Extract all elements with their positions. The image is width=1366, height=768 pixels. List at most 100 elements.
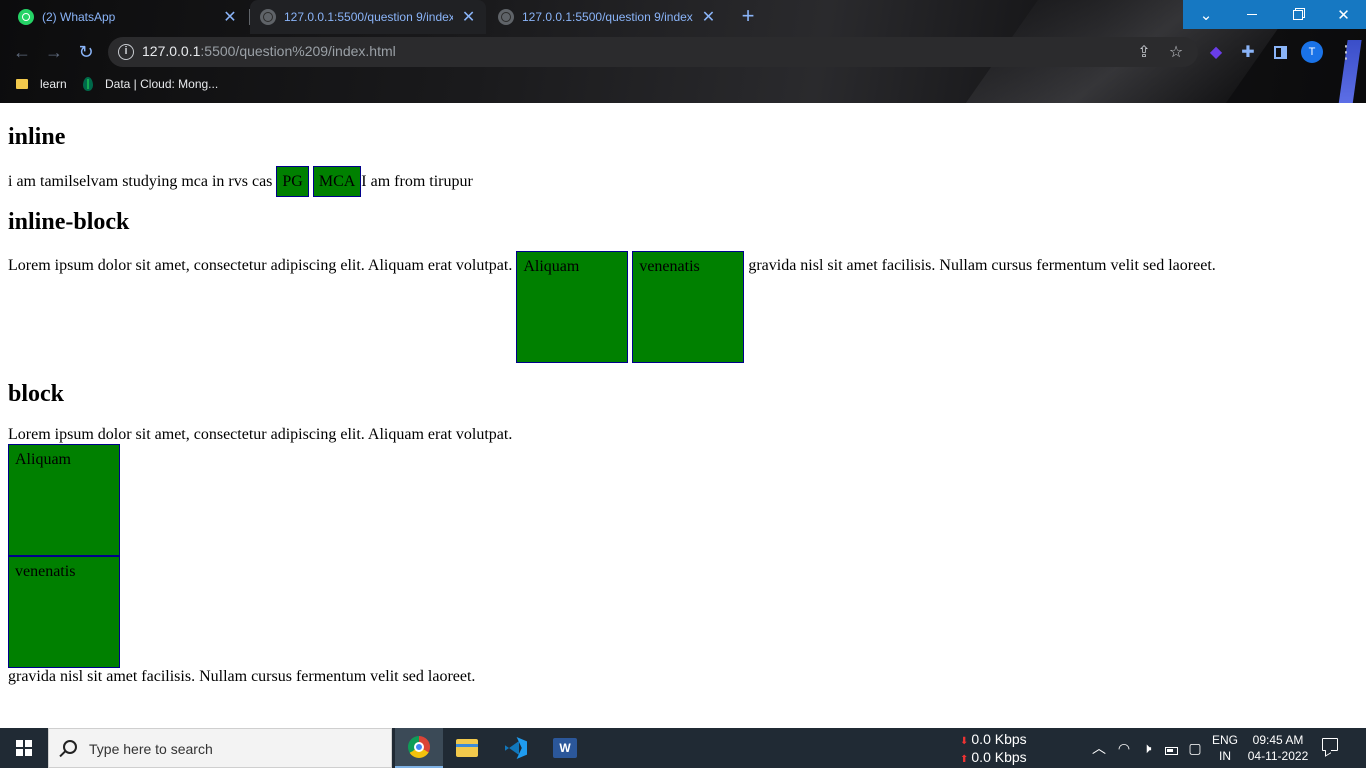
arrow-down-icon: ⬇ bbox=[960, 736, 969, 747]
download-rate: 0.0 Kbps bbox=[971, 731, 1027, 747]
tab-close-icon[interactable]: ✕ bbox=[461, 7, 476, 27]
whatsapp-icon bbox=[18, 9, 34, 25]
wifi-icon[interactable]: ◠ bbox=[1115, 738, 1133, 758]
extensions-puzzle-icon[interactable]: ✚ bbox=[1238, 42, 1258, 62]
back-button[interactable]: ← bbox=[8, 38, 36, 66]
close-window-button[interactable]: ✕ bbox=[1321, 0, 1366, 29]
tab-index-active[interactable]: 127.0.0.1:5500/question 9/index.h ✕ bbox=[250, 0, 486, 34]
inline-block-text-after: gravida nisl sit amet facilisis. Nullam … bbox=[744, 257, 1216, 274]
start-button[interactable] bbox=[0, 728, 48, 768]
taskbar-chrome[interactable] bbox=[395, 728, 443, 768]
taskbar-file-explorer[interactable] bbox=[443, 728, 491, 768]
clock-date: 04-11-2022 bbox=[1247, 749, 1309, 763]
profile-avatar[interactable]: T bbox=[1301, 41, 1323, 63]
mongodb-leaf-icon bbox=[83, 77, 93, 91]
meet-now-icon[interactable]: ▢ bbox=[1186, 738, 1204, 758]
chevron-down-icon: ⌄ bbox=[1199, 6, 1213, 24]
network-download-speed: ⬇ 0.0 Kbps bbox=[960, 731, 1040, 749]
arrow-left-icon: ← bbox=[13, 41, 31, 62]
paragraph-block-before: Lorem ipsum dolor sit amet, consectetur … bbox=[8, 426, 513, 443]
bookmark-mongodb[interactable]: Data | Cloud: Mong... bbox=[83, 74, 218, 94]
tab-search-button[interactable]: ⌄ bbox=[1183, 0, 1229, 29]
network-upload-speed: ⬆ 0.0 Kbps bbox=[960, 749, 1040, 767]
windows-taskbar: Type here to search W ⬇ 0.0 Kbps ⬆ 0.0 Kbp… bbox=[0, 728, 1366, 768]
paragraph-inline-block: Lorem ipsum dolor sit amet, consectetur … bbox=[8, 251, 1358, 363]
restore-icon bbox=[1293, 9, 1303, 20]
taskbar-vscode[interactable] bbox=[492, 728, 540, 768]
chrome-icon bbox=[408, 736, 430, 758]
bookmark-learn[interactable]: learn bbox=[16, 74, 67, 94]
tab-whatsapp[interactable]: (2) WhatsApp ✕ bbox=[8, 0, 248, 34]
arrow-right-icon: → bbox=[45, 41, 63, 62]
side-panel-icon[interactable] bbox=[1270, 42, 1290, 62]
url-text[interactable]: 127.0.0.1:5500/question%209/index.html bbox=[142, 43, 396, 59]
battery-icon[interactable] bbox=[1162, 738, 1180, 758]
restore-button[interactable] bbox=[1275, 0, 1321, 29]
bookmark-label: learn bbox=[40, 77, 67, 91]
search-icon bbox=[63, 740, 77, 754]
tab-title: 127.0.0.1:5500/question 9/index.h bbox=[522, 10, 693, 24]
reload-button[interactable]: ↻ bbox=[72, 38, 100, 66]
close-icon: ✕ bbox=[1337, 6, 1350, 24]
tab-close-icon[interactable]: ✕ bbox=[701, 7, 716, 27]
tab-index[interactable]: 127.0.0.1:5500/question 9/index.h ✕ bbox=[488, 0, 726, 34]
block-box-venenatis: venenatis bbox=[8, 556, 120, 668]
taskbar-search-box[interactable]: Type here to search bbox=[48, 728, 392, 768]
globe-icon bbox=[498, 9, 514, 25]
inline-block-box-aliquam: Aliquam bbox=[516, 251, 629, 363]
extension-diamond-icon[interactable]: ◆ bbox=[1206, 42, 1226, 62]
tab-close-icon[interactable]: ✕ bbox=[222, 7, 238, 27]
url-host: 127.0.0.1 bbox=[142, 43, 201, 59]
inline-box-mca: MCA bbox=[312, 166, 362, 197]
word-icon: W bbox=[553, 738, 581, 758]
url-path: :5500/question%209/index.html bbox=[200, 43, 396, 59]
inline-box-pg: PG bbox=[276, 166, 309, 197]
site-info-icon[interactable]: i bbox=[118, 44, 134, 60]
language-code: ENG bbox=[1211, 733, 1238, 747]
more-menu-icon[interactable]: ⋮ bbox=[1337, 42, 1355, 62]
browser-toolbar: ← → ↻ i 127.0.0.1:5500/question%209/inde… bbox=[0, 34, 1366, 71]
heading-block: block bbox=[8, 381, 65, 407]
tab-strip: (2) WhatsApp ✕ 127.0.0.1:5500/question 9… bbox=[0, 0, 1366, 34]
region-code: IN bbox=[1219, 749, 1231, 763]
heading-inline-block: inline-block bbox=[8, 209, 130, 235]
paragraph-inline: i am tamilselvam studying mca in rvs cas… bbox=[8, 166, 1358, 197]
bookmarks-bar: learn Data | Cloud: Mong... bbox=[0, 72, 1366, 96]
search-placeholder: Type here to search bbox=[89, 741, 213, 757]
bookmark-star-icon[interactable]: ☆ bbox=[1166, 42, 1186, 62]
clock-time: 09:45 AM bbox=[1252, 733, 1304, 747]
folder-icon bbox=[16, 79, 28, 89]
arrow-up-icon: ⬆ bbox=[960, 754, 969, 765]
input-language[interactable]: ENG IN bbox=[1208, 732, 1242, 764]
browser-chrome: (2) WhatsApp ✕ 127.0.0.1:5500/question 9… bbox=[0, 0, 1366, 103]
block-box-aliquam: Aliquam bbox=[8, 444, 120, 556]
bookmark-label: Data | Cloud: Mong... bbox=[105, 77, 219, 91]
minimize-button[interactable] bbox=[1229, 0, 1275, 29]
tab-title: 127.0.0.1:5500/question 9/index.h bbox=[284, 10, 454, 24]
tab-title: (2) WhatsApp bbox=[42, 10, 116, 24]
volume-muted-icon[interactable]: 🕨 bbox=[1138, 738, 1156, 758]
globe-icon bbox=[260, 9, 276, 25]
forward-button[interactable]: → bbox=[40, 38, 68, 66]
windows-logo-icon bbox=[16, 740, 32, 756]
new-tab-button[interactable]: + bbox=[737, 4, 759, 30]
taskbar-word[interactable]: W bbox=[541, 728, 589, 768]
heading-inline: inline bbox=[8, 124, 66, 150]
paragraph-block-after: gravida nisl sit amet facilisis. Nullam … bbox=[8, 668, 476, 685]
notification-icon bbox=[1322, 738, 1338, 751]
minimize-icon bbox=[1247, 14, 1257, 15]
web-page-content: inline i am tamilselvam studying mca in … bbox=[0, 103, 1366, 728]
show-hidden-icons-chevron-icon[interactable]: ︿ bbox=[1090, 738, 1108, 758]
system-clock[interactable]: 09:45 AM 04-11-2022 bbox=[1244, 732, 1312, 764]
share-icon[interactable]: ⇪ bbox=[1134, 42, 1154, 62]
address-bar[interactable]: i 127.0.0.1:5500/question%209/index.html bbox=[108, 37, 1198, 67]
inline-block-box-venenatis: venenatis bbox=[632, 251, 745, 363]
inline-text-before: i am tamilselvam studying mca in rvs cas bbox=[8, 173, 277, 190]
vscode-icon bbox=[505, 737, 527, 759]
file-explorer-icon bbox=[456, 739, 478, 757]
inline-text-after: I am from tirupur bbox=[361, 173, 473, 190]
notifications-button[interactable] bbox=[1322, 738, 1342, 758]
reload-icon: ↻ bbox=[78, 41, 94, 62]
inline-block-text-before: Lorem ipsum dolor sit amet, consectetur … bbox=[8, 257, 517, 274]
upload-rate: 0.0 Kbps bbox=[971, 749, 1027, 765]
